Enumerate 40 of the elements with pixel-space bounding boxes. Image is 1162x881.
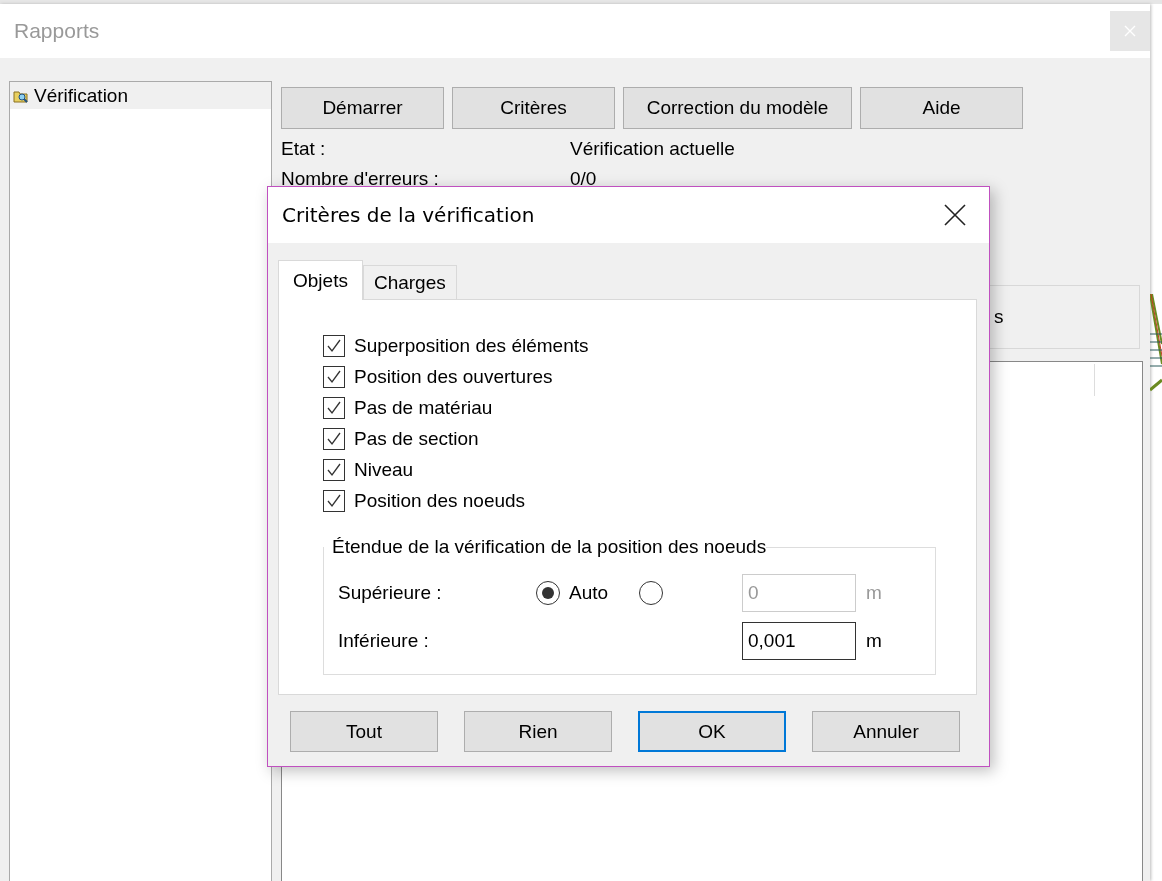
unit-label: m bbox=[866, 582, 882, 604]
toolbar-button[interactable]: Démarrer bbox=[281, 87, 444, 129]
checkbox-label: Niveau bbox=[354, 459, 414, 481]
close-icon bbox=[1124, 25, 1136, 37]
status-value: 0/0 bbox=[570, 167, 597, 190]
toolbar-button[interactable]: Aide bbox=[860, 87, 1023, 129]
radio-label: Auto bbox=[569, 582, 609, 604]
dialog-title: Critères de la vérification bbox=[282, 203, 535, 227]
window-title: Rapports bbox=[14, 19, 100, 43]
unit-label: m bbox=[866, 630, 882, 652]
checkbox-label: Superposition des éléments bbox=[354, 335, 589, 357]
checkbox[interactable] bbox=[323, 366, 345, 388]
close-icon[interactable] bbox=[944, 204, 966, 226]
radio-button[interactable] bbox=[639, 581, 663, 605]
status-value: Vérification actuelle bbox=[570, 137, 735, 160]
checkbox[interactable] bbox=[323, 490, 345, 512]
status-label: Etat : bbox=[281, 137, 327, 160]
checkbox[interactable] bbox=[323, 335, 345, 357]
dialog-button[interactable]: Rien bbox=[464, 711, 612, 752]
checkbox-label: Pas de matériau bbox=[354, 397, 493, 419]
checkbox[interactable] bbox=[323, 428, 345, 450]
checkbox-label: Position des noeuds bbox=[354, 490, 526, 512]
checkbox-label: Position des ouvertures bbox=[354, 366, 553, 388]
checkbox[interactable] bbox=[323, 459, 345, 481]
group-title: Étendue de la vérification de la position des noeuds bbox=[331, 536, 767, 558]
dialog-button[interactable]: OK bbox=[638, 711, 786, 752]
checkbox[interactable] bbox=[323, 397, 345, 419]
radio-button[interactable] bbox=[536, 581, 560, 605]
dialog-button[interactable]: Annuler bbox=[812, 711, 960, 752]
field-label: Inférieure : bbox=[338, 630, 430, 652]
toolbar-button[interactable]: Correction du modèle bbox=[623, 87, 852, 129]
tab[interactable]: Charges bbox=[362, 265, 457, 299]
tab[interactable]: Objets bbox=[278, 260, 363, 300]
input-field[interactable]: 0,001 bbox=[742, 622, 856, 660]
dialog-button[interactable]: Tout bbox=[290, 711, 438, 752]
toolbar-button[interactable]: Critères bbox=[452, 87, 615, 129]
tree-item[interactable]: Vérification bbox=[10, 82, 271, 109]
status-label: Nombre d'erreurs : bbox=[281, 167, 440, 190]
field-label: Supérieure : bbox=[338, 582, 443, 604]
checkbox-label: Pas de section bbox=[354, 428, 479, 450]
